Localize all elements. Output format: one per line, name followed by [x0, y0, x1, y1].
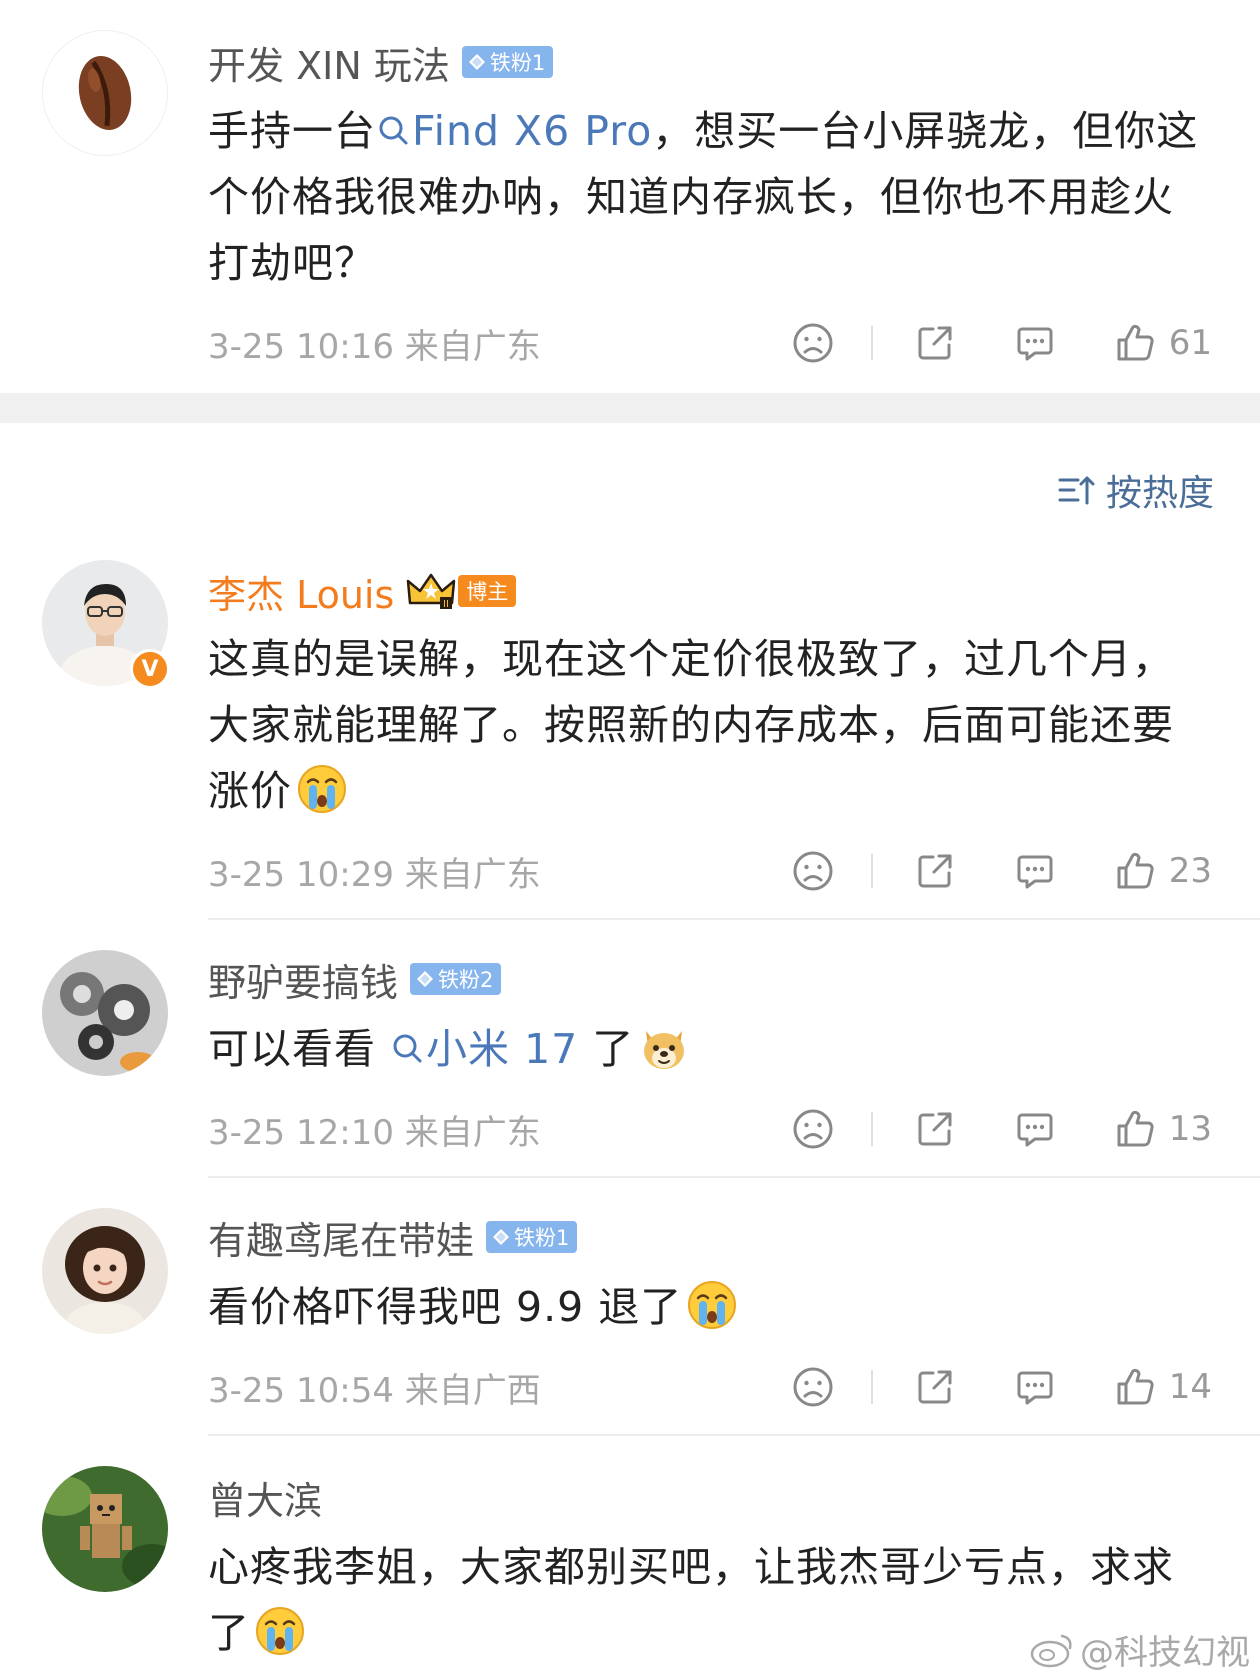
comment-text-body: 这真的是误解，现在这个定价很极致了，过几个月，大家就能理解了。按照新的内存成本，… — [208, 635, 1174, 815]
share-icon[interactable] — [913, 321, 957, 365]
topic-link[interactable]: 小米 17 — [390, 1025, 578, 1073]
comment-text-post: 了 — [578, 1025, 635, 1073]
share-icon[interactable] — [913, 1107, 957, 1151]
timestamp-location: 3-25 10:54 来自广西 — [208, 1370, 541, 1411]
like-icon[interactable] — [1113, 321, 1157, 365]
avatar[interactable] — [42, 950, 168, 1076]
action-bar: 23 — [791, 846, 1212, 896]
fan-badge: 铁粉1 — [486, 1221, 578, 1253]
diamond-icon — [492, 1228, 510, 1246]
action-bar: 61 — [791, 318, 1212, 368]
svg-text:II: II — [443, 599, 449, 610]
avatar[interactable] — [42, 1466, 168, 1592]
dislike-face-icon[interactable] — [791, 321, 835, 365]
name-row: 野驴要搞钱 铁粉2 — [208, 952, 502, 1007]
dislike-face-icon[interactable] — [791, 1107, 835, 1151]
fan-badge-label: 铁粉1 — [489, 51, 546, 75]
crown-icon: II — [407, 573, 456, 610]
diamond-icon — [468, 53, 486, 71]
coffee-bean-avatar-icon — [43, 31, 167, 155]
avatar[interactable] — [42, 30, 168, 156]
search-icon — [376, 113, 412, 149]
blogger-badge: II 博主 — [406, 571, 517, 611]
timestamp-location: 3-25 12:10 来自广东 — [208, 1112, 541, 1153]
weibo-logo-icon — [1030, 1634, 1072, 1667]
doge-emoji-icon — [638, 1021, 690, 1073]
row-divider — [208, 1434, 1260, 1436]
watermark-text: @科技幻视 — [1080, 1633, 1250, 1673]
timestamp-location: 3-25 10:16 来自广东 — [208, 326, 541, 367]
action-separator — [870, 854, 873, 888]
meta-row: 3-25 10:54 来自广西 14 — [208, 1362, 1212, 1412]
name-row: 开发 XIN 玩法 铁粉1 — [208, 35, 554, 90]
comment-icon[interactable] — [1013, 1365, 1057, 1409]
name-row: 曾大滨 — [208, 1470, 322, 1525]
section-divider — [0, 393, 1260, 423]
comment-text-pre: 可以看看 — [208, 1025, 376, 1073]
crying-emoji-icon — [254, 1605, 306, 1657]
crying-emoji-icon — [296, 763, 348, 815]
dislike-face-icon[interactable] — [791, 1365, 835, 1409]
meta-row: 3-25 10:29 来自广东 23 — [208, 846, 1212, 896]
sort-icon — [1058, 476, 1095, 505]
share-icon[interactable] — [913, 849, 957, 893]
search-icon — [390, 1031, 426, 1067]
action-separator — [870, 1370, 873, 1404]
action-separator — [870, 1112, 873, 1146]
like-count: 13 — [1168, 1109, 1212, 1149]
like-icon[interactable] — [1113, 1107, 1157, 1151]
action-separator — [870, 326, 873, 360]
action-bar: 14 — [791, 1362, 1212, 1412]
comment-text: 可以看看 小米 17 了 — [208, 1016, 1212, 1082]
watermark: @科技幻视 — [1030, 1625, 1250, 1674]
fan-badge-label: 铁粉1 — [514, 1226, 570, 1250]
blogger-badge-label: 博主 — [458, 575, 517, 607]
gears-avatar-icon — [42, 950, 168, 1076]
name-row: 李杰 Louis II 博主 — [208, 564, 517, 619]
like-icon[interactable] — [1113, 849, 1157, 893]
username[interactable]: 开发 XIN 玩法 — [208, 35, 450, 90]
comment-text: 看价格吓得我吧 9.9 退了 — [208, 1274, 1212, 1340]
crying-emoji-icon — [686, 1279, 738, 1331]
username[interactable]: 有趣鸢尾在带娃 — [208, 1210, 474, 1265]
comment-icon[interactable] — [1013, 1107, 1057, 1151]
box-robot-avatar-icon — [42, 1466, 168, 1592]
timestamp-location: 3-25 10:29 来自广东 — [208, 854, 541, 895]
topic-label: 小米 17 — [426, 1025, 579, 1073]
action-bar: 13 — [791, 1104, 1212, 1154]
comment-text-pre: 手持一台 — [208, 107, 376, 155]
comment-text: 这真的是误解，现在这个定价很极致了，过几个月，大家就能理解了。按照新的内存成本，… — [208, 626, 1212, 824]
like-count: 14 — [1168, 1367, 1212, 1407]
like-count: 23 — [1168, 851, 1212, 891]
username[interactable]: 李杰 Louis — [208, 564, 394, 619]
sort-button[interactable]: 按热度 — [1056, 464, 1214, 516]
topic-label: Find X6 Pro — [412, 107, 653, 155]
fan-badge-label: 铁粉2 — [438, 968, 494, 992]
comment-text: 手持一台 Find X6 Pro，想买一台小屏骁龙，但你这个价格我很难办呐，知道内… — [208, 98, 1212, 296]
diamond-icon — [416, 970, 434, 988]
username[interactable]: 野驴要搞钱 — [208, 952, 398, 1007]
like-count: 61 — [1168, 323, 1212, 363]
avatar[interactable] — [42, 1208, 168, 1334]
sort-label: 按热度 — [1105, 473, 1214, 514]
comment-text-body: 看价格吓得我吧 9.9 退了 — [208, 1283, 683, 1331]
share-icon[interactable] — [913, 1365, 957, 1409]
topic-link[interactable]: Find X6 Pro — [376, 107, 652, 155]
row-divider — [208, 918, 1260, 920]
username[interactable]: 曾大滨 — [208, 1470, 322, 1525]
comment-icon[interactable] — [1013, 321, 1057, 365]
meta-row: 3-25 10:16 来自广东 61 — [208, 318, 1212, 368]
row-divider — [208, 1176, 1260, 1178]
fan-badge: 铁粉1 — [461, 46, 554, 78]
meta-row: 3-25 12:10 来自广东 13 — [208, 1104, 1212, 1154]
dislike-face-icon[interactable] — [791, 849, 835, 893]
like-icon[interactable] — [1113, 1365, 1157, 1409]
comment-icon[interactable] — [1013, 849, 1057, 893]
verified-badge: V — [130, 649, 170, 689]
girl-avatar-icon — [42, 1208, 168, 1334]
name-row: 有趣鸢尾在带娃 铁粉1 — [208, 1210, 578, 1265]
fan-badge: 铁粉2 — [410, 963, 502, 995]
